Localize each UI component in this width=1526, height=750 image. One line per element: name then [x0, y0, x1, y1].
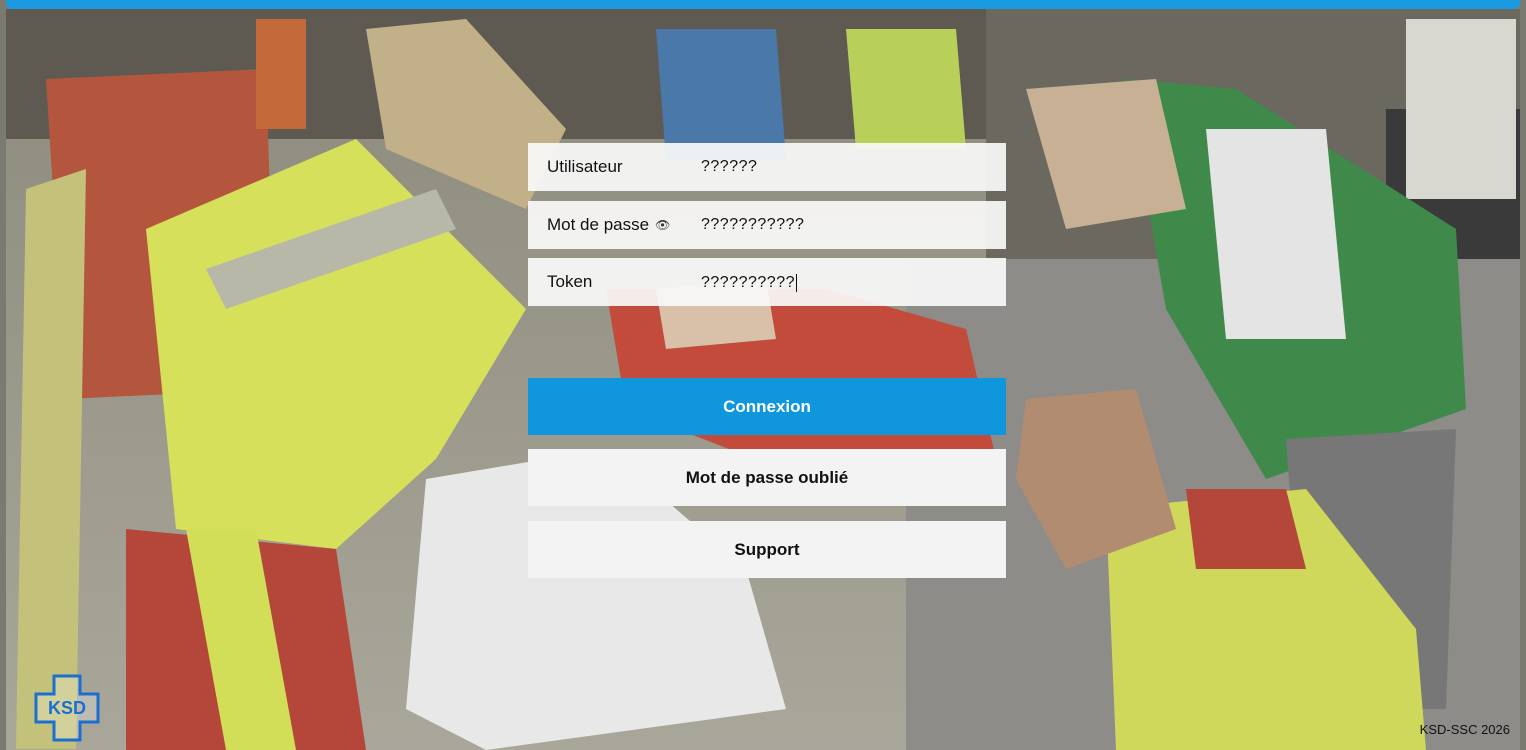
username-label: Utilisateur [547, 157, 623, 176]
password-label: Mot de passe [547, 215, 650, 234]
top-accent-bar [6, 0, 1520, 9]
token-field[interactable]: Token ?????????? [528, 258, 1006, 306]
forgot-password-button[interactable]: Mot de passe oublié [528, 449, 1006, 506]
text-caret [795, 273, 797, 292]
footer-copyright: KSD-SSC 2026 [1419, 722, 1510, 737]
token-input[interactable]: ?????????? [701, 274, 795, 291]
connect-button[interactable]: Connexion [528, 378, 1006, 435]
token-label: Token [547, 272, 593, 291]
password-label-group: Mot de passe 👁︎ [547, 215, 701, 235]
support-button[interactable]: Support [528, 521, 1006, 578]
token-input-wrap[interactable]: ?????????? [701, 272, 797, 292]
password-field[interactable]: Mot de passe 👁︎ ??????????? [528, 201, 1006, 249]
logo-text: KSD [48, 698, 86, 718]
username-field[interactable]: Utilisateur ?????? [528, 143, 1006, 191]
username-input[interactable]: ?????? [701, 158, 757, 176]
eye-icon[interactable]: 👁︎ [655, 218, 670, 232]
ksd-logo: KSD [32, 672, 102, 744]
password-input[interactable]: ??????????? [701, 216, 804, 234]
